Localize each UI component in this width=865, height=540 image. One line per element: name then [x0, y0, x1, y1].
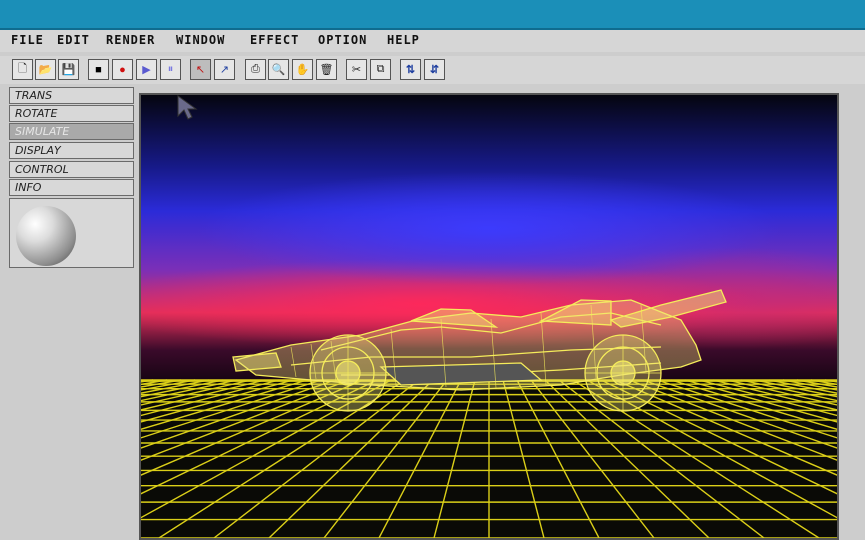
application-window: FILE EDIT RENDER WINDOW EFFECT OPTION HE…: [0, 0, 865, 540]
zoom-button[interactable]: 🔍: [268, 59, 289, 80]
select-tool-button[interactable]: ↖: [190, 59, 211, 80]
render-viewport[interactable]: [139, 93, 839, 540]
race-car-wireframe: [232, 289, 727, 412]
record-button[interactable]: ●: [112, 59, 133, 80]
menu-render[interactable]: RENDER: [106, 33, 155, 47]
delete-button[interactable]: 🗑: [316, 59, 337, 80]
copy-button[interactable]: ⧉: [370, 59, 391, 80]
move-arrow-icon: ↗: [219, 64, 230, 76]
print-icon: ⎙: [251, 63, 260, 75]
stop-button[interactable]: ■: [88, 59, 109, 80]
title-bar[interactable]: [0, 0, 865, 30]
sphere-preview-icon: [16, 206, 76, 266]
play-button[interactable]: ▶: [136, 59, 157, 80]
sort-down-button[interactable]: ⇵: [424, 59, 445, 80]
pause-button[interactable]: ⏸: [160, 59, 181, 80]
sort-up-button[interactable]: ⇅: [400, 59, 421, 80]
sort-down-icon: ⇵: [429, 64, 440, 76]
save-disk-icon: 💾: [61, 64, 76, 76]
side-item-info[interactable]: INFO: [9, 179, 134, 196]
cut-icon: ✂: [351, 64, 362, 76]
copy-icon: ⧉: [376, 63, 385, 75]
play-icon: ▶: [142, 64, 151, 76]
save-button[interactable]: 💾: [58, 59, 79, 80]
pause-icon: ⏸: [167, 63, 174, 75]
cut-button[interactable]: ✂: [346, 59, 367, 80]
side-item-control[interactable]: CONTROL: [9, 161, 134, 178]
side-item-simulate[interactable]: SIMULATE: [9, 123, 134, 140]
zoom-icon: 🔍: [271, 64, 286, 76]
menu-window[interactable]: WINDOW: [176, 33, 225, 47]
side-item-rotate[interactable]: ROTATE: [9, 105, 134, 122]
new-document-button[interactable]: 🗋: [12, 59, 33, 80]
side-item-display[interactable]: DISPLAY: [9, 142, 134, 159]
toolbar: 🗋 📂 💾 ■ ● ▶ ⏸ ↖ ↗ ⎙ 🔍 ✋ 🗑 ✂ ⧉ ⇅ ⇵: [0, 56, 865, 84]
move-tool-button[interactable]: ↗: [214, 59, 235, 80]
menu-bar: FILE EDIT RENDER WINDOW EFFECT OPTION HE…: [0, 30, 865, 52]
front-wheel: [309, 334, 387, 412]
material-preview[interactable]: [9, 198, 134, 268]
side-panel: TRANS ROTATE SIMULATE DISPLAY CONTROL IN…: [9, 87, 136, 269]
open-button[interactable]: 📂: [35, 59, 56, 80]
pan-button[interactable]: ✋: [292, 59, 313, 80]
menu-help[interactable]: HELP: [387, 33, 420, 47]
trash-icon: 🗑: [319, 64, 334, 76]
menu-edit[interactable]: EDIT: [57, 33, 90, 47]
open-folder-icon: 📂: [38, 64, 53, 76]
mouse-cursor-icon: [177, 95, 198, 120]
record-icon: ●: [119, 63, 126, 76]
select-arrow-icon: ↖: [195, 64, 206, 76]
side-item-trans[interactable]: TRANS: [9, 87, 134, 104]
menu-option[interactable]: OPTION: [318, 33, 367, 47]
hand-icon: ✋: [295, 64, 310, 76]
print-button[interactable]: ⎙: [245, 59, 266, 80]
new-document-icon: 🗋: [18, 63, 27, 75]
menu-file[interactable]: FILE: [11, 33, 44, 47]
stop-icon: ■: [95, 63, 102, 76]
menu-effect[interactable]: EFFECT: [250, 33, 299, 47]
sort-up-icon: ⇅: [405, 64, 416, 76]
